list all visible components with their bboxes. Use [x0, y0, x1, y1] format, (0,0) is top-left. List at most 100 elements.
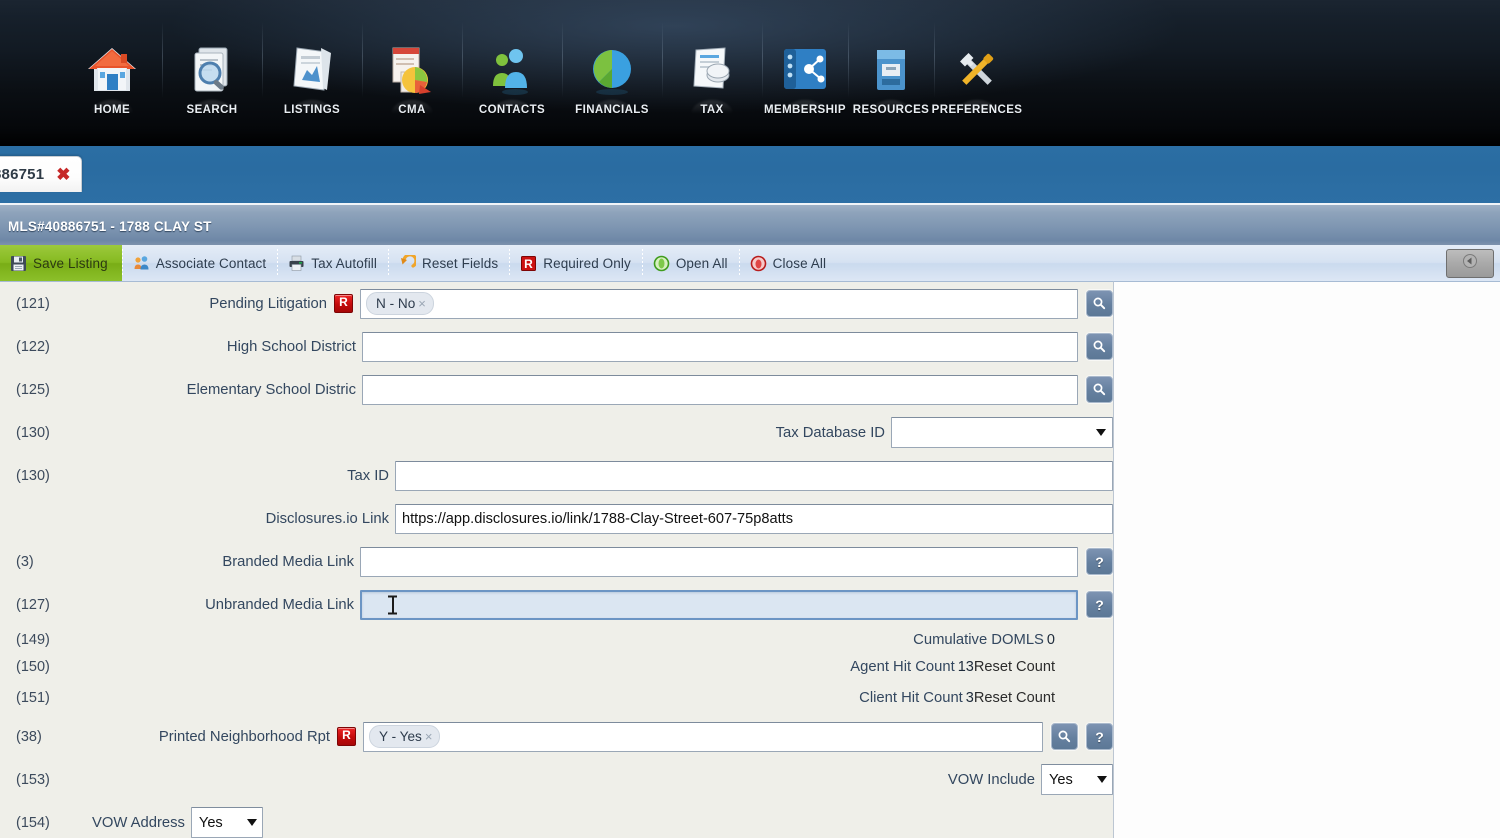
page-title: MLS#40886751 - 1788 CLAY ST — [8, 218, 212, 234]
vow-include-select[interactable]: Yes — [1041, 764, 1113, 795]
help-button[interactable]: ? — [1086, 591, 1113, 618]
required-badge: R — [334, 294, 353, 313]
field-number: (121) — [16, 295, 50, 312]
form-row-vow-include: (153) VOW Include Yes — [0, 758, 1113, 801]
high-school-district-input[interactable] — [362, 331, 1078, 362]
lookup-search-button[interactable] — [1086, 290, 1113, 317]
field-label: Branded Media Link — [222, 553, 354, 570]
field-label: Elementary School Distric — [186, 381, 356, 398]
field-number: (149) — [16, 631, 50, 648]
selected-token: Y - Yes × — [369, 725, 441, 748]
nav-item-tax[interactable]: TAX — [662, 12, 762, 124]
vow-address-select[interactable]: Yes — [190, 807, 263, 838]
nav-item-home[interactable]: HOME — [62, 12, 162, 124]
magnifier-document-icon — [183, 42, 241, 100]
lookup-search-button[interactable] — [1086, 333, 1113, 360]
nav-item-search[interactable]: SEARCH — [162, 12, 262, 124]
tax-autofill-button[interactable]: Tax Autofill — [277, 245, 388, 281]
action-toolbar: Save Listing Associate Contact Tax Autof… — [0, 245, 1500, 282]
field-number: (3) — [16, 553, 34, 570]
form-row-cumulative-domls: (149) Cumulative DOMLS 0 — [0, 626, 1113, 653]
listings-page-icon — [283, 42, 341, 100]
form-row-unbranded-media-link: (127) Unbranded Media Link ? — [0, 583, 1113, 626]
field-number: (122) — [16, 338, 50, 355]
toolbar-overflow-button[interactable] — [1446, 249, 1494, 278]
unbranded-media-link-input[interactable] — [360, 589, 1078, 620]
close-icon[interactable]: ✖ — [56, 166, 70, 183]
printed-neighborhood-multiselect[interactable]: Y - Yes × — [363, 721, 1043, 752]
field-number: (154) — [16, 814, 50, 831]
financials-pie-icon — [583, 42, 641, 100]
question-mark-icon: ? — [1095, 553, 1104, 570]
form-row-printed-neighborhood-rpt: (38) Printed Neighborhood Rpt R Y - Yes … — [0, 715, 1113, 758]
lookup-search-button[interactable] — [1086, 376, 1113, 403]
question-mark-icon: ? — [1095, 596, 1104, 613]
browser-tab-strip: 886751 ✖ — [0, 146, 1500, 204]
form-row-pending-litigation: (121) Pending Litigation R N - No × — [0, 282, 1113, 325]
chevron-left-icon — [1462, 253, 1478, 274]
field-label: VOW Include — [947, 771, 1035, 788]
listing-form-pane: (121) Pending Litigation R N - No × (122… — [0, 281, 1114, 838]
field-control: Yes ? — [190, 807, 1113, 838]
remove-token-icon[interactable]: × — [425, 730, 433, 743]
elementary-school-district-input[interactable] — [362, 374, 1078, 405]
resources-box-icon — [862, 42, 920, 100]
red-circle-icon — [750, 255, 767, 272]
application-window: HOME SEARCH LISTINGS CMA CONTACTS FINANC… — [0, 0, 1500, 838]
token-label: N - No — [376, 296, 416, 311]
contacts-people-icon — [483, 42, 541, 100]
pending-litigation-multiselect[interactable]: N - No × — [360, 288, 1078, 319]
save-listing-button[interactable]: Save Listing — [0, 245, 122, 281]
remove-token-icon[interactable]: × — [418, 297, 426, 310]
tax-id-input[interactable] — [395, 460, 1113, 491]
tax-database-id-select[interactable] — [891, 417, 1113, 448]
help-button[interactable]: ? — [1086, 548, 1113, 575]
required-only-button[interactable]: R Required Only — [509, 245, 642, 281]
field-label: Printed Neighborhood Rpt — [158, 728, 330, 745]
field-label: Pending Litigation — [209, 295, 327, 312]
nav-item-resources[interactable]: RESOURCES — [848, 12, 934, 124]
open-all-button[interactable]: Open All — [641, 245, 739, 281]
toolbar-label: Save Listing — [33, 255, 108, 271]
reset-count-link[interactable]: Reset Count — [974, 690, 1055, 706]
reset-fields-button[interactable]: Reset Fields — [388, 245, 509, 281]
field-number: (127) — [16, 596, 50, 613]
top-navigation-bar: HOME SEARCH LISTINGS CMA CONTACTS FINANC… — [0, 0, 1500, 146]
form-row-disclosures-io-link: Disclosures.io Link — [0, 497, 1113, 540]
tax-documents-icon — [683, 42, 741, 100]
field-number: (153) — [16, 771, 50, 788]
chevron-down-icon — [1096, 429, 1106, 436]
field-label: Client Hit Count — [859, 689, 963, 706]
nav-item-membership[interactable]: MEMBERSHIP — [762, 12, 848, 124]
field-label: Cumulative DOMLS — [913, 631, 1044, 648]
required-badge: R — [337, 727, 356, 746]
field-number: (130) — [16, 467, 50, 484]
nav-item-listings[interactable]: LISTINGS — [262, 12, 362, 124]
branded-media-link-input[interactable] — [360, 546, 1078, 577]
form-row-client-hit-count: (151) Client Hit Count 3 Reset Count — [0, 680, 1113, 715]
toolbar-label: Reset Fields — [422, 255, 499, 271]
nav-item-preferences[interactable]: PREFERENCES — [932, 12, 1022, 124]
help-button[interactable]: ? — [1086, 723, 1113, 750]
select-value: Yes — [1049, 771, 1073, 788]
field-label: VOW Address — [92, 814, 185, 831]
field-label: Tax ID — [347, 467, 389, 484]
form-row-elementary-school-district: (125) Elementary School Distric — [0, 368, 1113, 411]
nav-item-cma[interactable]: CMA — [362, 12, 462, 124]
lookup-search-button[interactable] — [1051, 723, 1078, 750]
field-control: Yes — [1041, 764, 1113, 795]
associate-contact-button[interactable]: Associate Contact — [121, 245, 278, 281]
field-control: ? — [360, 546, 1113, 577]
disclosures-io-link-input[interactable] — [395, 503, 1113, 534]
people-icon — [133, 255, 150, 272]
chevron-down-icon — [1097, 776, 1107, 783]
nav-item-financials[interactable]: FINANCIALS — [562, 12, 662, 124]
close-all-button[interactable]: Close All — [738, 245, 837, 281]
field-control: ? — [360, 589, 1113, 620]
form-row-vow-address: (154) VOW Address Yes ? — [0, 801, 1113, 838]
green-circle-icon — [653, 255, 670, 272]
listing-tab[interactable]: 886751 ✖ — [0, 156, 82, 192]
nav-item-contacts[interactable]: CONTACTS — [462, 12, 562, 124]
field-control: N - No × — [360, 288, 1113, 319]
reset-count-link[interactable]: Reset Count — [974, 659, 1055, 675]
